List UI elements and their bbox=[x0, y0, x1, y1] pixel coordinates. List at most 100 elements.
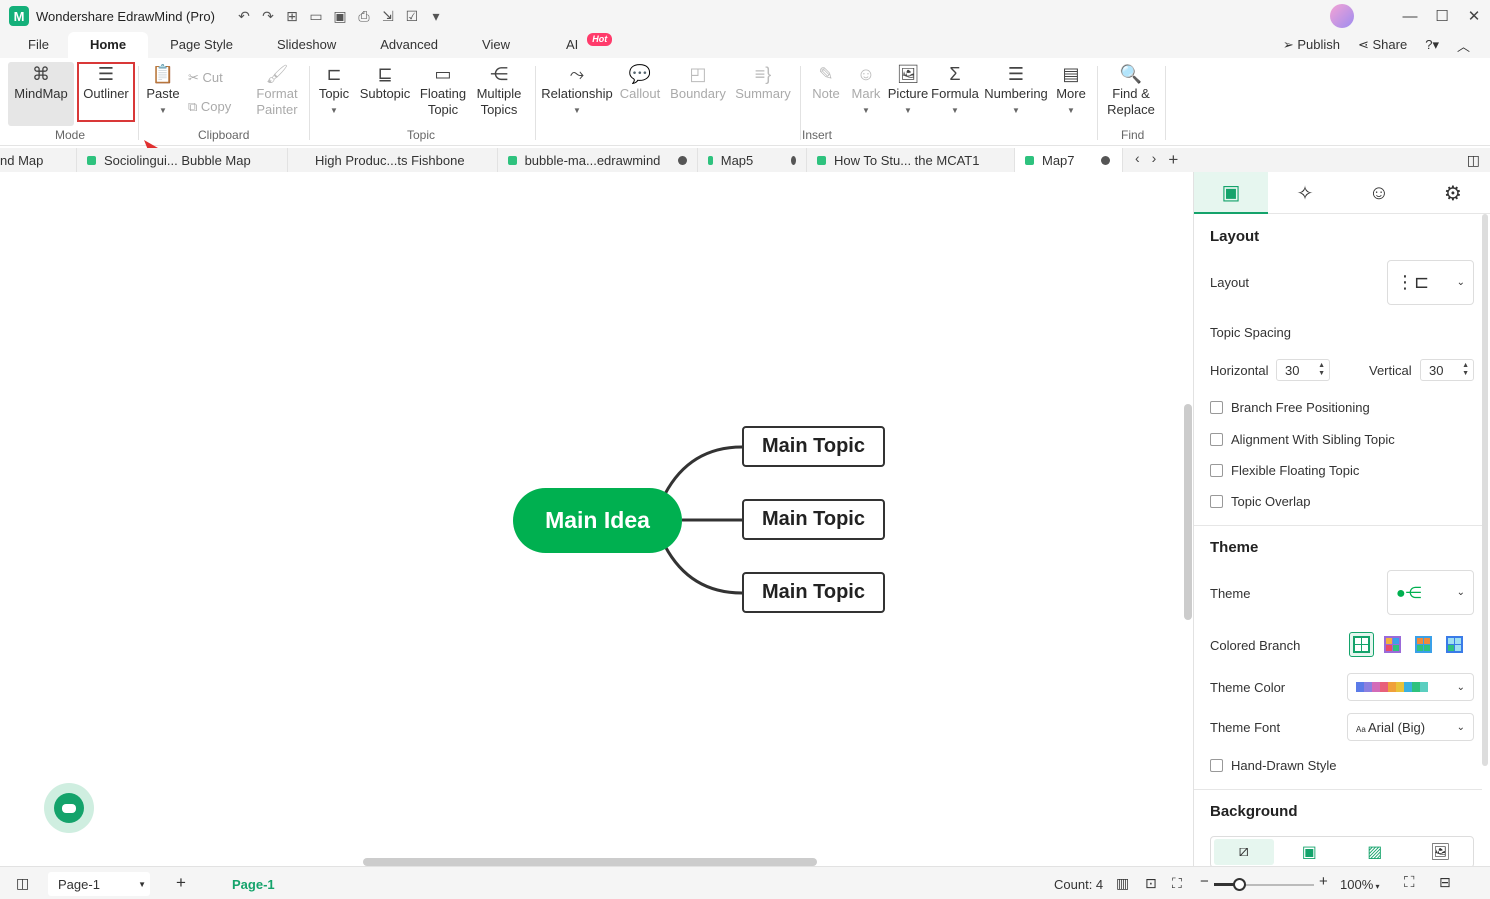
page-tab[interactable]: Page-1 bbox=[232, 877, 275, 892]
undo-icon[interactable]: ↶ bbox=[235, 8, 253, 25]
publish-button[interactable]: ➢ Publish bbox=[1283, 37, 1340, 53]
multiple-topics-button[interactable]: ⋲ Multiple Topics bbox=[472, 62, 526, 118]
ai-style-tab[interactable]: ✧ bbox=[1268, 172, 1342, 214]
note-button[interactable]: ✎ Note bbox=[808, 62, 844, 102]
doc-tab[interactable]: bubble-ma...edrawmind bbox=[498, 148, 698, 172]
sidebar-toggle-icon[interactable]: ◫ bbox=[16, 875, 29, 892]
tab-prev-icon[interactable]: ‹ bbox=[1135, 150, 1140, 170]
doc-tab[interactable]: High Produc...ts Fishbone bbox=[288, 148, 498, 172]
vertical-spacing-input[interactable]: 30 ▲ ▼ bbox=[1420, 359, 1474, 381]
horizontal-scrollbar[interactable] bbox=[363, 858, 817, 866]
format-painter-button[interactable]: 🖌 Format Painter bbox=[250, 62, 304, 118]
hand-drawn-checkbox[interactable]: Hand-Drawn Style bbox=[1210, 758, 1337, 773]
page-format-tab[interactable]: ▣ bbox=[1194, 172, 1268, 214]
panel-scrollbar[interactable] bbox=[1482, 214, 1488, 766]
fit-page-icon[interactable]: ⊡ bbox=[1145, 875, 1157, 892]
tab-next-icon[interactable]: › bbox=[1152, 150, 1157, 170]
collapse-ribbon-icon[interactable]: ︿ bbox=[1457, 36, 1470, 55]
minimize-icon[interactable]: — bbox=[1394, 8, 1426, 25]
copy-button[interactable]: ⧉ Copy bbox=[188, 99, 242, 115]
colored-branch-option[interactable] bbox=[1349, 632, 1374, 657]
help-icon[interactable]: ?▾ bbox=[1425, 37, 1439, 53]
doc-tab[interactable]: How To Stu... the MCAT1 bbox=[807, 148, 1015, 172]
floating-topic-button[interactable]: ▭ Floating Topic bbox=[417, 62, 469, 118]
avatar[interactable] bbox=[1330, 4, 1354, 28]
alignment-sibling-checkbox[interactable]: Alignment With Sibling Topic bbox=[1210, 432, 1395, 447]
flexible-floating-checkbox[interactable]: Flexible Floating Topic bbox=[1210, 463, 1359, 478]
main-idea-node[interactable]: Main Idea bbox=[513, 488, 682, 553]
menu-page-style[interactable]: Page Style bbox=[148, 32, 255, 58]
theme-font-dropdown[interactable]: Aa Arial (Big) ⌄ bbox=[1347, 713, 1474, 741]
menu-home[interactable]: Home bbox=[67, 32, 149, 58]
spinner-icon[interactable]: ▲ ▼ bbox=[1318, 362, 1325, 378]
print-icon[interactable]: ⎙ bbox=[355, 8, 373, 25]
book-view-icon[interactable]: ▥ bbox=[1116, 875, 1129, 892]
callout-button[interactable]: 💬 Callout bbox=[617, 62, 663, 102]
colored-branch-option[interactable] bbox=[1442, 632, 1467, 657]
colored-branch-option[interactable] bbox=[1411, 632, 1436, 657]
zoom-level[interactable]: 100% ▾ bbox=[1340, 877, 1380, 892]
menu-file[interactable]: File bbox=[0, 32, 68, 58]
new-tab-icon[interactable]: + bbox=[1168, 150, 1178, 170]
unsaved-dot-icon[interactable] bbox=[678, 155, 687, 165]
doc-tab[interactable]: nd Map bbox=[0, 148, 77, 172]
no-background-icon[interactable]: ⧄ bbox=[1213, 839, 1274, 865]
close-icon[interactable]: ✕ bbox=[1458, 7, 1490, 25]
menu-view[interactable]: View bbox=[460, 32, 532, 58]
texture-background-icon[interactable]: ▨ bbox=[1345, 839, 1405, 865]
boundary-button[interactable]: ◰ Boundary bbox=[667, 62, 729, 102]
main-topic-node[interactable]: Main Topic bbox=[742, 499, 885, 540]
numbering-button[interactable]: ☰ Numbering ▼ bbox=[983, 62, 1049, 116]
unsaved-dot-icon[interactable] bbox=[1100, 155, 1110, 165]
mark-tab[interactable]: ☺ bbox=[1342, 172, 1416, 214]
formula-button[interactable]: Σ Formula ▼ bbox=[931, 62, 979, 116]
save-icon[interactable]: ▣ bbox=[331, 8, 349, 25]
page-select[interactable]: Page-1 ▼ bbox=[48, 872, 150, 896]
settings-tab[interactable]: ⚙ bbox=[1416, 172, 1490, 214]
menu-ai[interactable]: AI Hot bbox=[544, 32, 613, 58]
branch-free-positioning-checkbox[interactable]: Branch Free Positioning bbox=[1210, 400, 1370, 415]
mindmap-canvas[interactable]: Main Idea Main Topic Main Topic Main Top… bbox=[0, 172, 1193, 866]
theme-dropdown[interactable]: ●⋲ ⌄ bbox=[1387, 570, 1474, 615]
topic-button[interactable]: ⊏ Topic ▼ bbox=[315, 62, 353, 116]
fit-screen-icon[interactable]: ⛶ bbox=[1172, 875, 1182, 892]
new-icon[interactable]: ⊞ bbox=[283, 8, 301, 25]
mark-button[interactable]: ☺ Mark ▼ bbox=[848, 62, 884, 116]
zoom-out-icon[interactable]: − bbox=[1200, 873, 1209, 890]
share-button[interactable]: ⋖ Share bbox=[1358, 37, 1407, 53]
open-icon[interactable]: ▭ bbox=[307, 8, 325, 25]
mindmap-button[interactable]: ⌘ MindMap bbox=[8, 62, 74, 126]
topic-overlap-checkbox[interactable]: Topic Overlap bbox=[1210, 494, 1310, 509]
solid-background-icon[interactable]: ▣ bbox=[1279, 839, 1339, 865]
zoom-in-icon[interactable]: + bbox=[1319, 873, 1328, 890]
doc-tab[interactable]: Map5 bbox=[698, 148, 807, 172]
menu-slideshow[interactable]: Slideshow bbox=[255, 32, 358, 58]
maximize-icon[interactable]: ☐ bbox=[1426, 7, 1458, 25]
find-replace-button[interactable]: 🔍 Find & Replace bbox=[1104, 62, 1158, 118]
picture-button[interactable]: 🖼 Picture ▼ bbox=[887, 62, 929, 116]
spinner-icon[interactable]: ▲ ▼ bbox=[1462, 362, 1469, 378]
vertical-scrollbar[interactable] bbox=[1184, 404, 1192, 620]
checklist-icon[interactable]: ☑ bbox=[403, 8, 421, 25]
doc-tab-active[interactable]: Map7 bbox=[1015, 148, 1123, 172]
cut-button[interactable]: ✂ Cut bbox=[188, 70, 234, 86]
doc-tab[interactable]: Sociolingui... Bubble Map bbox=[77, 148, 288, 172]
image-background-icon[interactable]: 🖼 bbox=[1410, 839, 1470, 865]
main-topic-node[interactable]: Main Topic bbox=[742, 426, 885, 467]
subtopic-button[interactable]: ⊑ Subtopic bbox=[357, 62, 413, 102]
colored-branch-option[interactable] bbox=[1380, 632, 1405, 657]
theme-color-dropdown[interactable]: ⌄ bbox=[1347, 673, 1474, 701]
unsaved-dot-icon[interactable] bbox=[791, 155, 796, 165]
paste-button[interactable]: 📋 Paste ▼ bbox=[144, 62, 182, 116]
relationship-button[interactable]: ⤳ Relationship ▼ bbox=[540, 62, 614, 116]
redo-icon[interactable]: ↷ bbox=[259, 8, 277, 25]
menu-advanced[interactable]: Advanced bbox=[358, 32, 460, 58]
summary-button[interactable]: ≡} Summary bbox=[733, 62, 793, 102]
collapse-panel-icon[interactable]: ⊟ bbox=[1439, 874, 1451, 891]
ai-assistant-button[interactable] bbox=[44, 783, 94, 833]
toggle-panel-icon[interactable]: ◫ bbox=[1467, 152, 1480, 169]
main-topic-node[interactable]: Main Topic bbox=[742, 572, 885, 613]
add-page-icon[interactable]: + bbox=[176, 873, 186, 893]
layout-dropdown[interactable]: ⋮⊏ ⌄ bbox=[1387, 260, 1474, 305]
horizontal-spacing-input[interactable]: 30 ▲ ▼ bbox=[1276, 359, 1330, 381]
